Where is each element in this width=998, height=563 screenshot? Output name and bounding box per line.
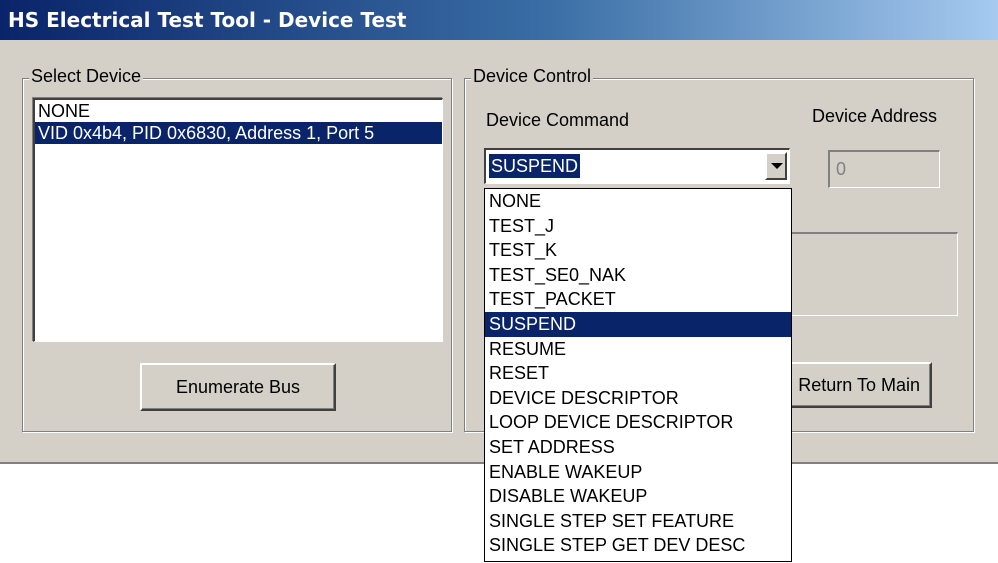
device-listbox[interactable]: NONE VID 0x4b4, PID 0x6830, Address 1, Po… — [33, 98, 443, 342]
command-option[interactable]: ENABLE WAKEUP — [485, 460, 791, 485]
device-command-select[interactable]: SUSPEND — [484, 148, 790, 184]
command-option[interactable]: RESUME — [485, 337, 791, 362]
command-option[interactable]: LOOP DEVICE DESCRIPTOR — [485, 410, 791, 435]
command-option[interactable]: DEVICE DESCRIPTOR — [485, 386, 791, 411]
command-option[interactable]: DISABLE WAKEUP — [485, 484, 791, 509]
command-option[interactable]: RESET — [485, 361, 791, 386]
chevron-down-icon[interactable] — [765, 152, 787, 180]
enumerate-bus-button[interactable]: Enumerate Bus — [140, 363, 336, 411]
command-option[interactable]: TEST_J — [485, 214, 791, 239]
window-title: HS Electrical Test Tool - Device Test — [0, 0, 998, 40]
device-address-label: Device Address — [812, 106, 938, 126]
command-option[interactable]: TEST_SE0_NAK — [485, 263, 791, 288]
command-option[interactable]: NONE — [485, 189, 791, 214]
device-address-field[interactable]: 0 — [828, 150, 940, 188]
status-panel — [790, 232, 958, 316]
command-option[interactable]: TEST_PACKET — [485, 287, 791, 312]
command-option[interactable]: SET ADDRESS — [485, 435, 791, 460]
device-command-dropdown[interactable]: NONE TEST_J TEST_K TEST_SE0_NAK TEST_PACKET S… — [484, 188, 792, 562]
device-control-legend: Device Control — [471, 66, 594, 87]
device-list-item[interactable]: VID 0x4b4, PID 0x6830, Address 1, Port 5 — [35, 122, 442, 144]
device-list-item[interactable]: NONE — [35, 100, 442, 122]
select-device-legend: Select Device — [29, 66, 144, 87]
command-option[interactable]: SINGLE STEP SET FEATURE — [485, 509, 791, 534]
device-command-label: Device Command — [486, 110, 630, 130]
return-to-main-label: Return To Main — [798, 375, 920, 395]
command-option[interactable]: TEST_K — [485, 238, 791, 263]
command-option[interactable]: SUSPEND — [485, 311, 791, 337]
command-option[interactable]: SINGLE STEP GET DEV DESC — [485, 533, 791, 558]
device-command-value: SUSPEND — [487, 153, 582, 179]
